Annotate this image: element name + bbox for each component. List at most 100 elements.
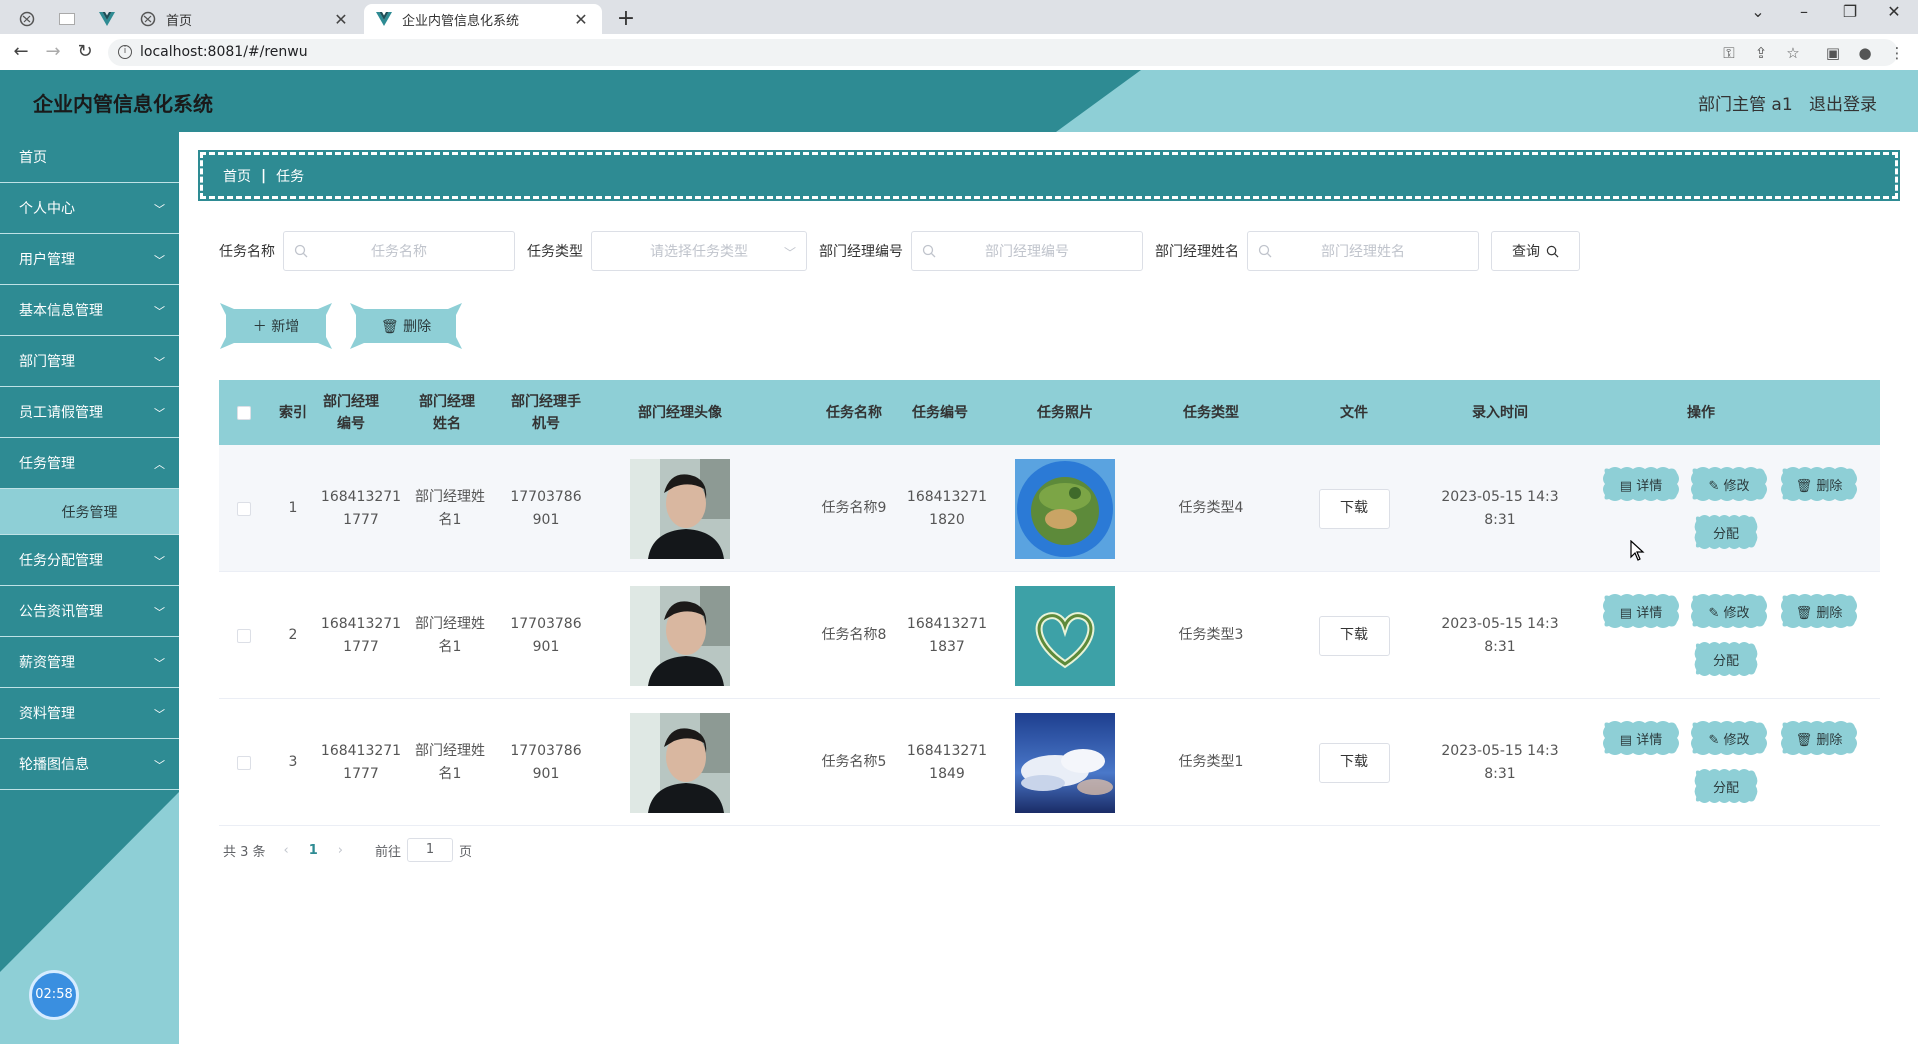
key-icon[interactable]: ⚿ <box>1719 43 1739 63</box>
avatar[interactable] <box>630 585 730 686</box>
mgr-no-input[interactable]: 部门经理编号 <box>911 231 1143 271</box>
row-checkbox[interactable] <box>237 628 251 643</box>
menu-icon[interactable]: ⋮ <box>1887 43 1907 63</box>
cell-task-type: 任务类型3 <box>1178 627 1244 643</box>
detail-button[interactable]: ▤ 详情 <box>1601 465 1681 503</box>
chevron-up-icon: ︿ <box>154 458 165 471</box>
query-label: 查询 <box>1512 244 1540 260</box>
logout-link[interactable]: 退出登录 <box>1809 90 1877 115</box>
detail-button[interactable]: ▤ 详情 <box>1601 719 1681 757</box>
sidebar-item-label: 首页 <box>19 150 47 166</box>
tab-search-icon[interactable]: ⌄ <box>1738 2 1778 21</box>
sidebar-item-user-management[interactable]: 用户管理 ﹀ <box>0 234 179 285</box>
cell-task-no: 1684132711837 <box>906 615 988 655</box>
table-row[interactable]: 3 1684132711777 部门经理姓名1 17703786901 任务名称… <box>219 699 1880 826</box>
sidebar-item-task-assign[interactable]: 任务分配管理 ﹀ <box>0 535 179 586</box>
restore-icon[interactable]: ❐ <box>1830 2 1870 21</box>
batch-delete-button[interactable]: 🗑 删除 <box>350 303 462 349</box>
th-index: 索引 <box>279 404 307 421</box>
pagination-goto-input[interactable]: 1 <box>407 838 454 862</box>
add-button[interactable]: ＋ 新增 <box>220 303 332 349</box>
delete-button[interactable]: 🗑 删除 <box>1779 719 1859 757</box>
pinned-tab-1[interactable] <box>14 4 40 34</box>
reload-icon[interactable]: ↻ <box>72 40 98 64</box>
row-checkbox[interactable] <box>237 755 251 770</box>
close-window-icon[interactable]: ✕ <box>1874 2 1914 21</box>
task-photo-sky[interactable] <box>1015 712 1115 813</box>
download-button[interactable]: 下载 <box>1318 488 1390 529</box>
assign-label: 分配 <box>1712 653 1739 669</box>
profile-icon[interactable]: ● <box>1855 43 1875 63</box>
chevron-down-icon: ﹀ <box>154 606 165 619</box>
sidebar-item-announcement[interactable]: 公告资讯管理 ﹀ <box>0 586 179 637</box>
document-icon: ▤ <box>1619 478 1637 494</box>
sidebar-item-home[interactable]: 首页 <box>0 132 179 183</box>
add-label: 新增 <box>271 319 300 335</box>
minimize-icon[interactable]: – <box>1784 2 1824 21</box>
back-icon[interactable]: ← <box>8 40 34 64</box>
assign-button[interactable]: 分配 <box>1693 640 1759 678</box>
breadcrumb-separator: | <box>261 167 267 184</box>
download-button[interactable]: 下载 <box>1318 615 1390 656</box>
sidebar-subitem-task[interactable]: 任务管理 <box>0 489 179 535</box>
pinned-tab-3[interactable] <box>94 4 120 34</box>
pinned-tab-2[interactable] <box>54 4 80 34</box>
delete-label: 删除 <box>1816 478 1843 494</box>
query-button[interactable]: 查询 <box>1491 231 1580 271</box>
delete-label: 删除 <box>1816 732 1843 748</box>
pagination-page-current[interactable]: 1 <box>309 843 318 858</box>
star-icon[interactable]: ☆ <box>1783 43 1803 63</box>
row-checkbox[interactable] <box>237 501 251 516</box>
assign-button[interactable]: 分配 <box>1693 513 1759 551</box>
breadcrumb-home[interactable]: 首页 <box>223 166 251 186</box>
sidebar-item-basic-info[interactable]: 基本信息管理 ﹀ <box>0 285 179 336</box>
sidebar-item-task[interactable]: 任务管理 ︿ <box>0 438 179 489</box>
sidepanel-icon[interactable]: ▣ <box>1823 43 1843 63</box>
sidebar-item-personal-center[interactable]: 个人中心 ﹀ <box>0 183 179 234</box>
close-icon[interactable]: ✕ <box>572 10 590 29</box>
sidebar-item-carousel[interactable]: 轮播图信息 ﹀ <box>0 739 179 790</box>
tab-home[interactable]: 首页 ✕ <box>128 4 362 34</box>
clock-widget[interactable]: 02:58 <box>29 970 79 1020</box>
task-photo-planet[interactable] <box>1015 458 1115 559</box>
mgr-name-input[interactable]: 部门经理姓名 <box>1247 231 1479 271</box>
info-icon[interactable]: i <box>118 45 132 59</box>
sidebar-item-materials[interactable]: 资料管理 ﹀ <box>0 688 179 739</box>
task-name-input[interactable]: 任务名称 <box>283 231 515 271</box>
sidebar-item-department[interactable]: 部门管理 ﹀ <box>0 336 179 387</box>
pencil-icon: ✎ <box>1708 605 1724 621</box>
cell-mgr-no: 1684132711777 <box>320 742 402 782</box>
th-ops: 操作 <box>1687 404 1715 421</box>
th-mgr-name: 部门经理姓名 <box>419 393 475 432</box>
select-all-checkbox[interactable] <box>237 405 251 420</box>
sidebar-item-leave[interactable]: 员工请假管理 ﹀ <box>0 387 179 438</box>
edit-button[interactable]: ✎ 修改 <box>1689 465 1769 503</box>
sidebar-item-salary[interactable]: 薪资管理 ﹀ <box>0 637 179 688</box>
new-tab-icon[interactable]: + <box>614 6 638 31</box>
detail-label: 详情 <box>1636 478 1663 494</box>
edit-button[interactable]: ✎ 修改 <box>1689 719 1769 757</box>
task-type-select[interactable]: 请选择任务类型 ﹀ <box>591 231 807 271</box>
pagination-goto-label: 前往 <box>375 844 402 860</box>
chevron-right-icon[interactable]: › <box>338 843 343 858</box>
th-created: 录入时间 <box>1472 404 1528 421</box>
task-photo-heart-island[interactable] <box>1015 585 1115 686</box>
url-input[interactable]: i localhost:8081/#/renwu <box>108 39 1898 66</box>
table-row[interactable]: 2 1684132711777 部门经理姓名1 17703786901 任务名称… <box>219 572 1880 699</box>
mgr-name-label: 部门经理姓名 <box>1155 244 1239 260</box>
chevron-left-icon[interactable]: ‹ <box>284 843 289 858</box>
delete-button[interactable]: 🗑 删除 <box>1779 592 1859 630</box>
tab-active[interactable]: 企业内管信息化系统 ✕ <box>364 4 602 34</box>
detail-button[interactable]: ▤ 详情 <box>1601 592 1681 630</box>
assign-button[interactable]: 分配 <box>1693 767 1759 805</box>
avatar[interactable] <box>630 712 730 813</box>
forward-icon[interactable]: → <box>40 40 66 64</box>
close-icon[interactable]: ✕ <box>332 10 350 29</box>
cell-task-photo <box>989 445 1141 572</box>
share-icon[interactable]: ⇪ <box>1751 43 1771 63</box>
download-button[interactable]: 下载 <box>1318 742 1390 783</box>
mouse-cursor-icon <box>1630 540 1645 561</box>
edit-button[interactable]: ✎ 修改 <box>1689 592 1769 630</box>
avatar[interactable] <box>630 458 730 559</box>
delete-button[interactable]: 🗑 删除 <box>1779 465 1859 503</box>
